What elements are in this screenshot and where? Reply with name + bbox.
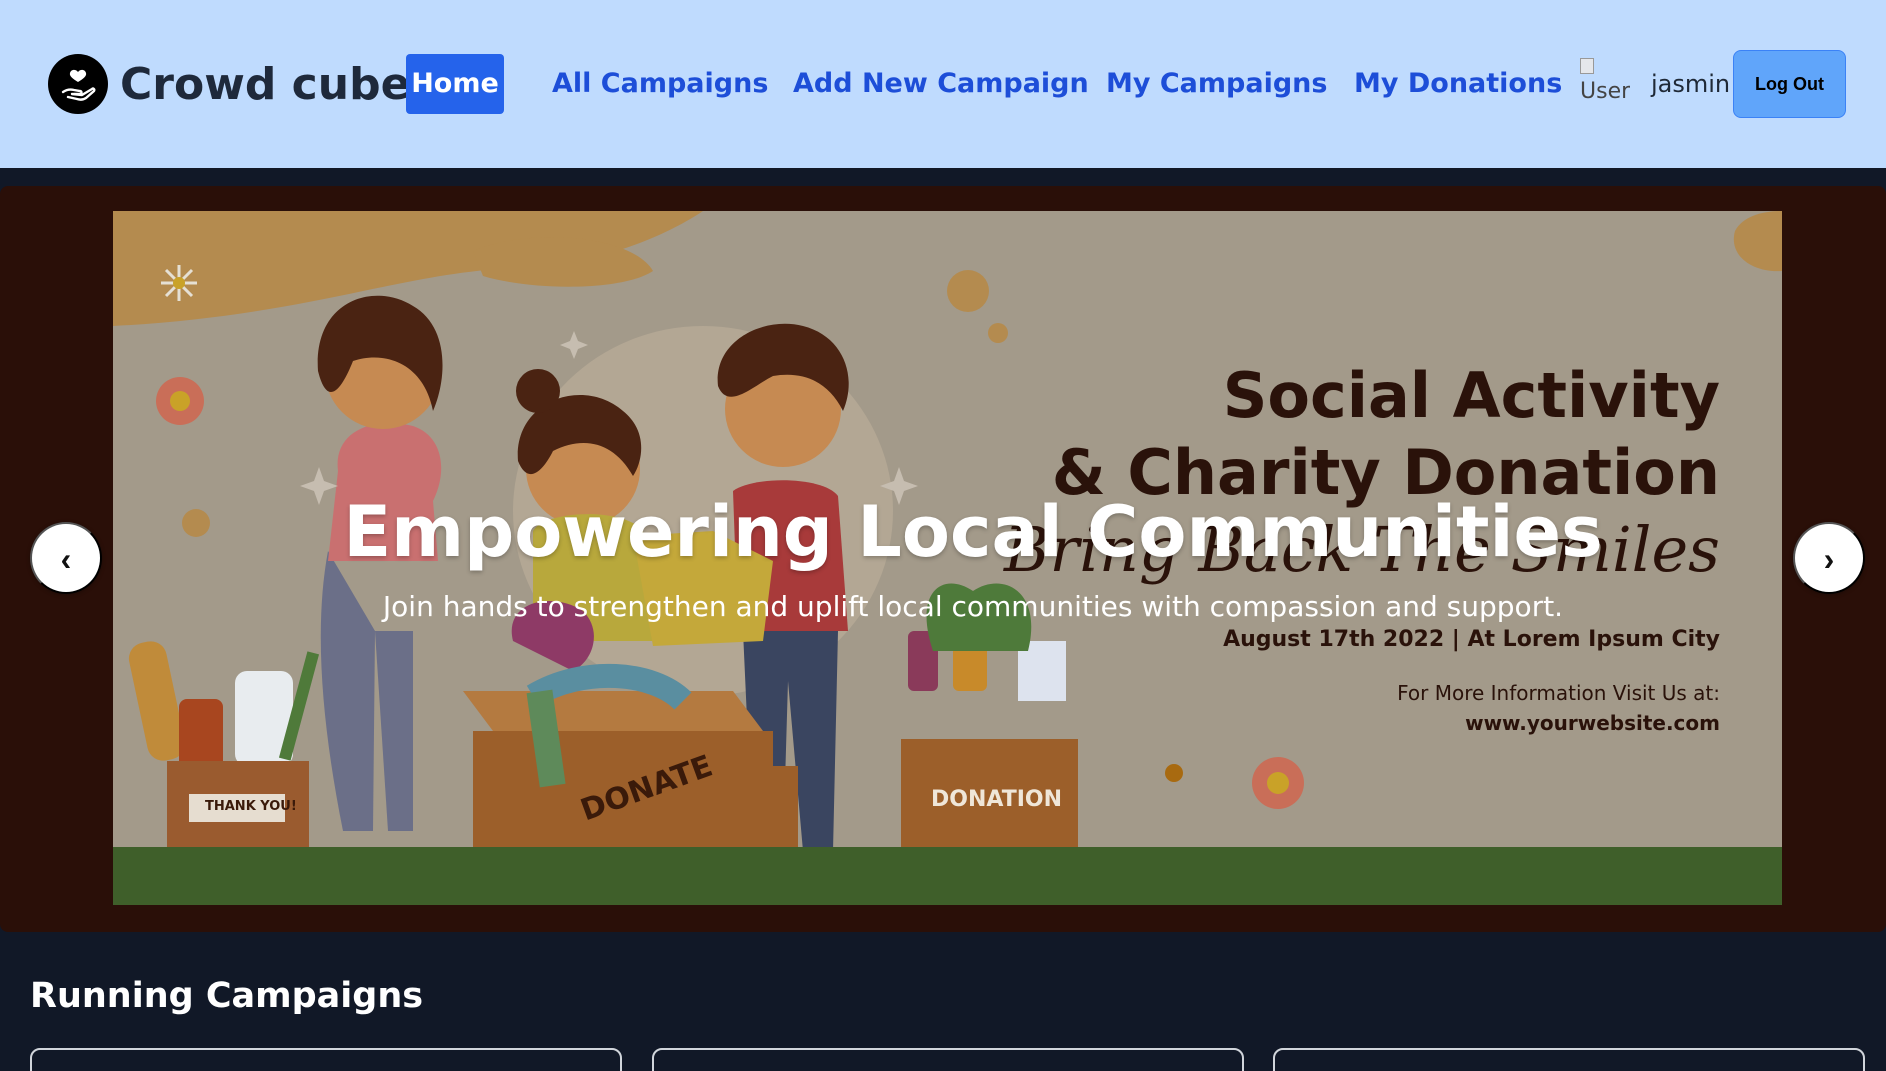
nav-add-new-campaign[interactable]: Add New Campaign xyxy=(793,54,1089,114)
crate-label-thank-you: THANK YOU! xyxy=(205,799,297,814)
hero-title: Empowering Local Communities xyxy=(343,491,1603,573)
navbar: Crowd cube Home All Campaigns Add New Ca… xyxy=(0,0,1886,168)
crate-label-donation: DONATION xyxy=(931,787,1063,812)
brand-name: Crowd cube xyxy=(120,58,411,110)
heart-hand-icon xyxy=(48,54,108,114)
broken-image-icon xyxy=(1580,58,1594,74)
hero-carousel: Social Activity & Charity Donation Bring… xyxy=(0,186,1886,932)
running-campaigns-title: Running Campaigns xyxy=(30,976,424,1016)
banner-grass xyxy=(113,847,1782,905)
nav-my-donations[interactable]: My Donations xyxy=(1354,54,1562,114)
banner-info: For More Information Visit Us at: xyxy=(1397,681,1720,705)
logout-button[interactable]: Log Out xyxy=(1733,50,1846,118)
campaign-card[interactable] xyxy=(1273,1048,1865,1071)
nav-my-campaigns[interactable]: My Campaigns xyxy=(1106,54,1327,114)
hero-subtitle: Join hands to strengthen and uplift loca… xyxy=(382,590,1564,623)
campaign-card[interactable] xyxy=(30,1048,622,1071)
brand[interactable]: Crowd cube xyxy=(48,54,410,114)
banner-title-1: Social Activity xyxy=(1222,359,1720,432)
nav-all-campaigns[interactable]: All Campaigns xyxy=(552,54,768,114)
banner-website: www.yourwebsite.com xyxy=(1465,711,1720,735)
campaign-card[interactable] xyxy=(652,1048,1244,1071)
nav-home[interactable]: Home xyxy=(406,54,504,114)
avatar-alt-text: User xyxy=(1580,79,1630,104)
username: jasmin xyxy=(1651,70,1731,98)
carousel-next-button[interactable]: › xyxy=(1793,522,1865,594)
carousel-prev-button[interactable]: ‹ xyxy=(30,522,102,594)
banner-date: August 17th 2022 | At Lorem Ipsum City xyxy=(1223,627,1720,652)
avatar[interactable]: User xyxy=(1580,56,1630,110)
